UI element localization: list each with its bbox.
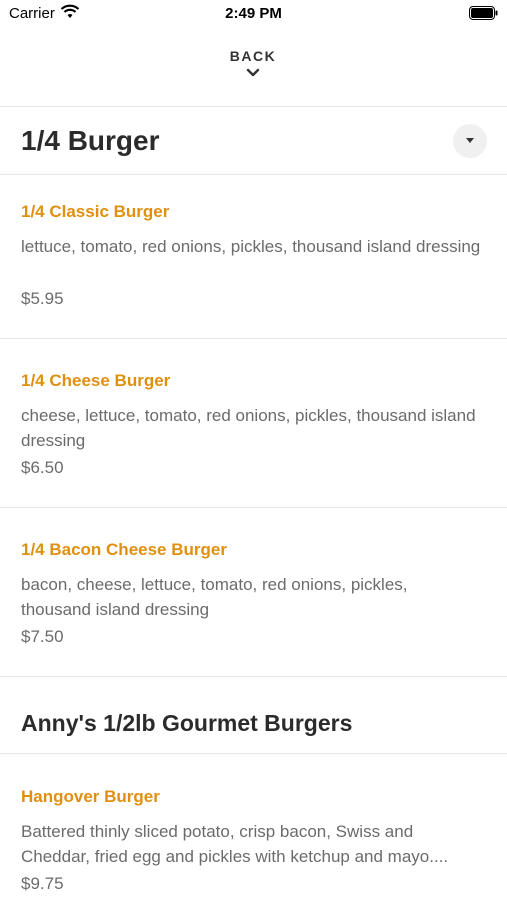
chevron-down-icon — [246, 68, 260, 77]
menu-item[interactable]: 1/4 Cheese Burger cheese, lettuce, tomat… — [0, 371, 507, 481]
divider — [0, 174, 507, 175]
item-description: Battered thinly sliced potato, crisp bac… — [21, 822, 449, 866]
back-label: BACK — [229, 48, 277, 64]
item-price: $7.50 — [21, 627, 64, 646]
item-description: cheese, lettuce, tomato, red onions, pic… — [21, 406, 476, 450]
divider — [0, 676, 507, 677]
menu-item[interactable]: Hangover Burger Battered thinly sliced p… — [0, 787, 507, 897]
item-name: Hangover Burger — [21, 787, 160, 806]
menu-item[interactable]: 1/4 Classic Burger lettuce, tomato, red … — [0, 202, 507, 312]
item-price: $9.75 — [21, 874, 64, 893]
menu-item[interactable]: 1/4 Bacon Cheese Burger bacon, cheese, l… — [0, 540, 507, 650]
item-name: 1/4 Cheese Burger — [21, 371, 171, 390]
item-price: $5.95 — [21, 289, 64, 308]
section-title: 1/4 Burger — [21, 125, 160, 156]
battery-icon — [469, 6, 498, 20]
status-bar: Carrier 2:49 PM — [0, 0, 507, 28]
item-description: bacon, cheese, lettuce, tomato, red onio… — [21, 575, 408, 619]
item-price: $6.50 — [21, 458, 64, 477]
status-time: 2:49 PM — [225, 5, 282, 22]
divider — [0, 338, 507, 339]
divider — [0, 106, 507, 107]
section-title: Anny's 1/2lb Gourmet Burgers — [21, 710, 353, 736]
item-description: lettuce, tomato, red onions, pickles, th… — [21, 237, 481, 256]
item-name: 1/4 Classic Burger — [21, 202, 170, 221]
item-name: 1/4 Bacon Cheese Burger — [21, 540, 227, 559]
back-button[interactable]: BACK — [203, 48, 303, 92]
divider — [0, 753, 507, 754]
divider — [0, 507, 507, 508]
caret-down-icon — [466, 138, 474, 143]
category-dropdown-button[interactable] — [453, 124, 487, 158]
